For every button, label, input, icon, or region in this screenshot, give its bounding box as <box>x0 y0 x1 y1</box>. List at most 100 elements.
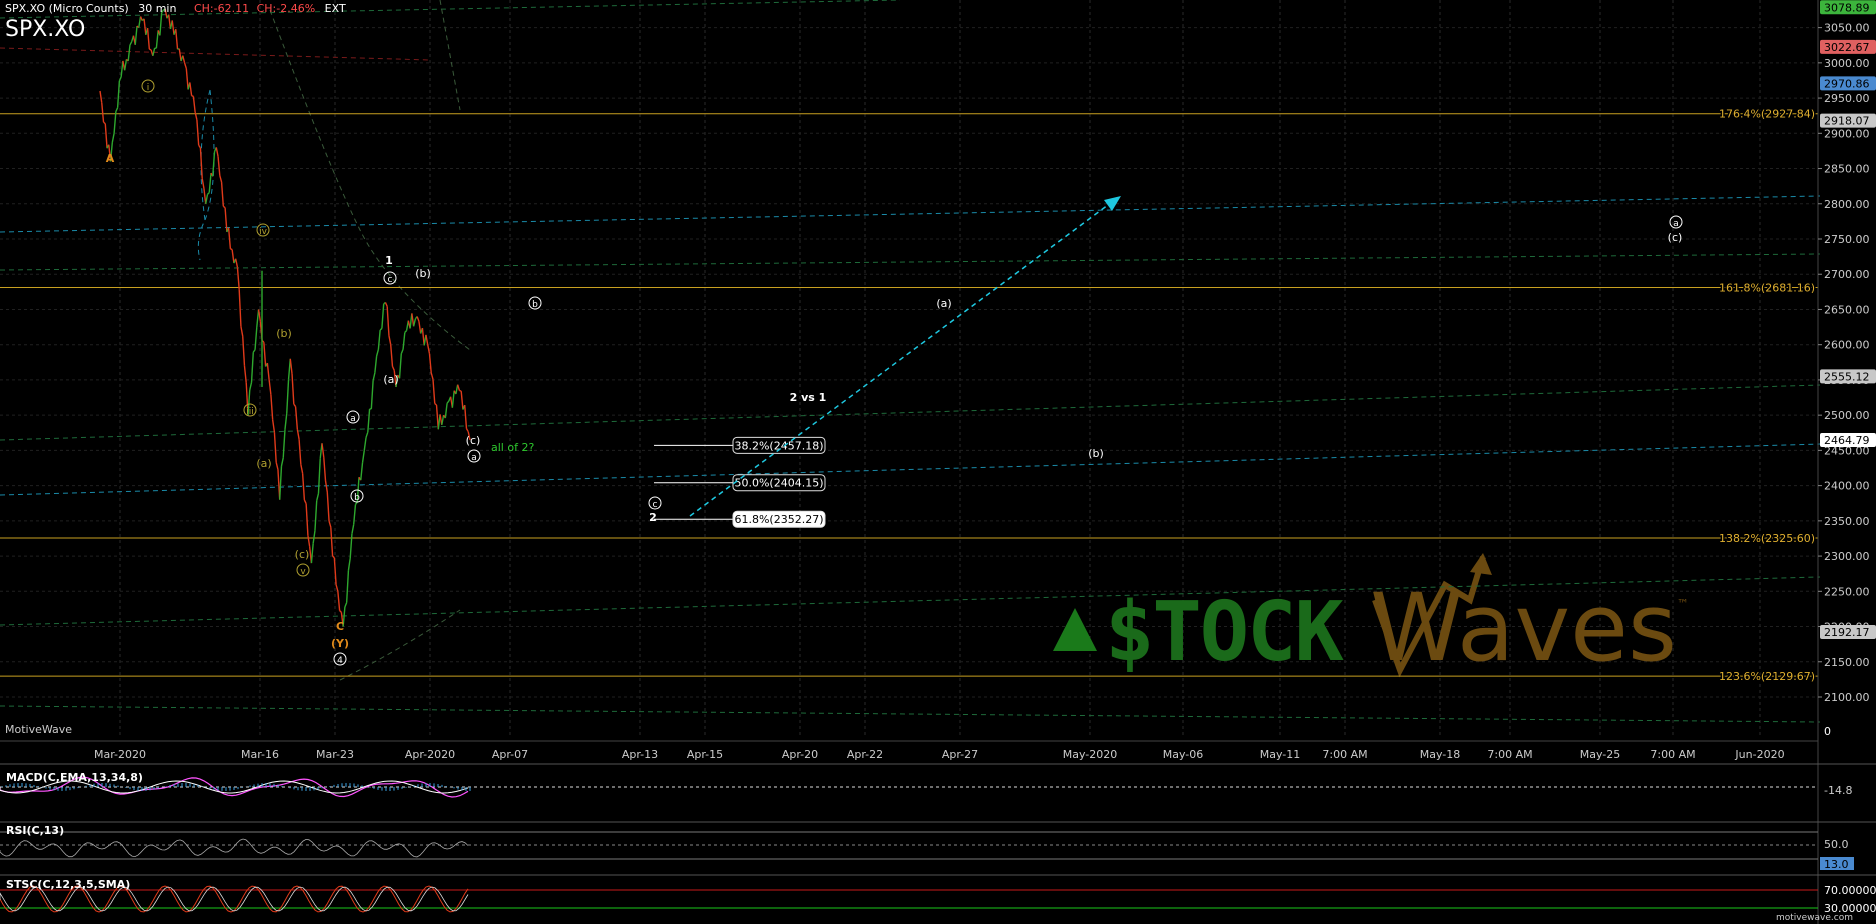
wave-label: (a) <box>936 297 951 310</box>
footer-url: motivewave.com <box>1776 913 1853 923</box>
price-tag-label: 3078.89 <box>1824 1 1870 14</box>
wave-label: (b) <box>415 267 431 280</box>
change-percent: CH:-2.46% <box>256 2 316 15</box>
wave-label: iv <box>259 227 268 237</box>
time-tick-label: May-18 <box>1420 748 1461 761</box>
price-tick-label: 2700.00 <box>1824 268 1870 281</box>
fib-label: 161.8%(2681.16) <box>1719 282 1815 295</box>
rsi-label: RSI(C,13) <box>6 824 64 837</box>
time-tick-label: Mar-23 <box>316 748 354 761</box>
price-tick-label: 2850.00 <box>1824 163 1870 176</box>
wave-label: 1 <box>385 254 393 267</box>
wave-label: i <box>147 83 150 93</box>
platform-label: MotiveWave <box>5 723 72 736</box>
wave-label: (a) <box>256 457 271 470</box>
wave-label: (c) <box>1668 231 1683 244</box>
watermark-waves-text: Waves <box>1370 574 1677 683</box>
price-tick-label: 2250.00 <box>1824 585 1870 598</box>
wave-label: (c) <box>466 434 481 447</box>
time-tick-label: May-25 <box>1580 748 1621 761</box>
wave-label: a <box>350 414 356 424</box>
wave-label: C <box>336 620 344 633</box>
retracement-label: 61.8%(2352.27) <box>734 513 823 526</box>
price-tick-label: 3050.00 <box>1824 22 1870 35</box>
wave-label: (c) <box>295 548 310 561</box>
price-tick-label: 2800.00 <box>1824 198 1870 211</box>
wave-label: a <box>471 453 477 463</box>
price-tag-label: 2918.07 <box>1824 115 1870 128</box>
price-tick-label: 2950.00 <box>1824 92 1870 105</box>
time-tick-label: Jun-2020 <box>1734 748 1784 761</box>
price-tag-label: 2192.17 <box>1824 626 1870 639</box>
time-tick-label: Apr-22 <box>847 748 883 761</box>
symbol-title: SPX.XO <box>5 17 86 42</box>
wave-label: c <box>653 500 658 510</box>
session-label: EXT <box>324 2 346 15</box>
price-tag-label: 2555.12 <box>1824 370 1870 383</box>
macd-value: -14.8 <box>1824 784 1852 797</box>
wave-label: b <box>532 300 538 310</box>
price-tick-label: 3000.00 <box>1824 57 1870 70</box>
price-tag-label: 2970.86 <box>1824 77 1870 90</box>
price-tag-label: 3022.67 <box>1824 41 1870 54</box>
price-segment <box>230 248 233 251</box>
wave-label: c <box>388 275 393 285</box>
time-tick-label: May-2020 <box>1063 748 1118 761</box>
price-segment <box>191 95 194 98</box>
price-tick-label: 2150.00 <box>1824 656 1870 669</box>
macd-label: MACD(C,EMA,13,34,8) <box>6 771 143 784</box>
fib-label: 176.4%(2927.84) <box>1719 108 1815 121</box>
symbol-description: SPX.XO (Micro Counts) <box>5 2 129 15</box>
wave-label: (Y) <box>331 637 349 650</box>
wave-label: 2 <box>649 511 657 524</box>
wave-label: A <box>106 152 115 165</box>
time-tick-label: 7:00 AM <box>1650 748 1695 761</box>
time-tick-label: Mar-2020 <box>94 748 146 761</box>
fib-label: 123.6%(2129.67) <box>1719 670 1815 683</box>
time-tick-label: May-11 <box>1260 748 1301 761</box>
price-tick-label: 2400.00 <box>1824 480 1870 493</box>
retracement-title: 2 vs 1 <box>790 391 827 404</box>
time-tick-label: May-06 <box>1163 748 1204 761</box>
price-chart[interactable]: $TOCK Waves ™ 176.4%(2927.84) 161.8%(2681… <box>0 0 1876 924</box>
time-tick-label: Apr-13 <box>622 748 658 761</box>
price-tick-label: 2100.00 <box>1824 691 1870 704</box>
wave-label: iii <box>246 407 254 417</box>
wave-label: b <box>354 493 360 503</box>
fib-label: 138.2%(2325.60) <box>1719 532 1815 545</box>
rsi-level-label: 50.0 <box>1824 838 1849 851</box>
wave-label: v <box>300 567 306 577</box>
stoch-label: STSC(C,12,3,5,SMA) <box>6 878 130 891</box>
wave-label: (b) <box>276 327 292 340</box>
price-tick-label: 2750.00 <box>1824 233 1870 246</box>
wave-label: (b) <box>1088 447 1104 460</box>
time-tick-label: Apr-20 <box>782 748 818 761</box>
time-tick-label: 7:00 AM <box>1487 748 1532 761</box>
retracement-label: 50.0%(2404.15) <box>734 477 823 490</box>
note-all-of-2: all of 2? <box>491 441 534 454</box>
wave-label: (a) <box>383 373 398 386</box>
chart-header: SPX.XO (Micro Counts) 30 min CH:-62.11 C… <box>5 2 346 15</box>
stoch-upper-label: 70.00000 <box>1824 884 1876 897</box>
rsi-value: 13.0 <box>1824 858 1849 871</box>
wave-label: a <box>1673 219 1679 229</box>
time-tick-label: Apr-15 <box>687 748 723 761</box>
price-tick-label: 2350.00 <box>1824 515 1870 528</box>
time-tick-label: Apr-27 <box>942 748 978 761</box>
price-tag-label: 2464.79 <box>1824 434 1870 447</box>
watermark-stock-text: $TOCK <box>1105 585 1344 680</box>
price-segment <box>459 389 462 392</box>
price-tick-label: 2600.00 <box>1824 339 1870 352</box>
time-tick-label: Apr-2020 <box>405 748 455 761</box>
price-tick-label: 2500.00 <box>1824 409 1870 422</box>
price-tick-label: 2650.00 <box>1824 303 1870 316</box>
price-tick-label: 2900.00 <box>1824 127 1870 140</box>
time-tick-label: 7:00 AM <box>1322 748 1367 761</box>
price-tick-label: 2300.00 <box>1824 550 1870 563</box>
timeframe-label[interactable]: 30 min <box>138 2 176 15</box>
watermark-trademark: ™ <box>1677 597 1689 611</box>
time-tick-label: Apr-07 <box>492 748 528 761</box>
price-segment <box>149 48 152 51</box>
time-tick-label: Mar-16 <box>241 748 279 761</box>
wave-label: 4 <box>337 656 343 666</box>
